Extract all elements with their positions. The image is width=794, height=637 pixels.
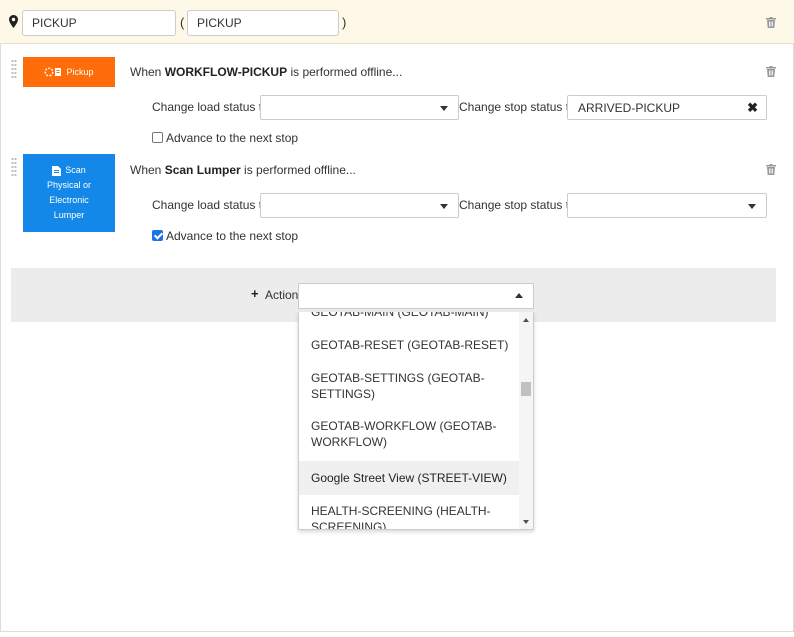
chevron-up-icon	[515, 293, 523, 298]
load-status-label: Change load status to	[152, 198, 269, 212]
chevron-down-icon	[748, 204, 756, 209]
scroll-up-icon[interactable]	[523, 318, 529, 322]
load-status-select[interactable]	[260, 95, 459, 120]
chevron-down-icon	[440, 204, 448, 209]
rule-action-name: Scan Lumper	[164, 163, 241, 177]
badge-label-line: Lumper	[53, 210, 85, 220]
advance-checkbox[interactable]	[152, 230, 163, 241]
dropdown-option[interactable]: GEOTAB-SETTINGS (GEOTAB-SETTINGS)	[299, 364, 519, 406]
load-status-label: Change load status to	[152, 100, 269, 114]
badge-label-line: Electronic	[49, 195, 89, 205]
trash-icon[interactable]	[766, 66, 776, 77]
paren-close: )	[342, 15, 347, 30]
dropdown-option[interactable]: GEOTAB-MAIN (GEOTAB-MAIN)	[299, 312, 519, 320]
advance-label: Advance to the next stop	[166, 131, 299, 145]
stop-status-label: Change stop status to	[459, 100, 576, 114]
spinner-icon	[44, 67, 62, 77]
paren-open: (	[180, 15, 185, 30]
action-select[interactable]	[298, 283, 534, 309]
trash-icon[interactable]	[766, 164, 776, 175]
action-dropdown-list[interactable]: GEOTAB-MAIN (GEOTAB-MAIN) GEOTAB-RESET (…	[298, 312, 534, 530]
document-icon	[52, 165, 62, 176]
stop-status-select[interactable]: ARRIVED-PICKUP ✖	[567, 95, 767, 120]
stop-header: PICKUP ( PICKUP )	[0, 0, 794, 44]
load-status-select[interactable]	[260, 193, 459, 218]
location-input[interactable]: PICKUP	[22, 10, 176, 36]
pickup-action-badge: Pickup	[23, 57, 115, 87]
rule-action-name: WORKFLOW-PICKUP	[164, 65, 288, 79]
scan-lumper-action-badge: Scan Physical or Electronic Lumper	[23, 154, 115, 232]
badge-label-line: Scan	[65, 165, 86, 175]
stop-status-label: Change stop status to	[459, 198, 576, 212]
plus-icon: +	[251, 286, 259, 301]
drag-handle[interactable]	[11, 60, 17, 80]
stop-status-select[interactable]	[567, 193, 767, 218]
dropdown-option[interactable]: HEALTH-SCREENING (HEALTH-SCREENING)	[299, 498, 519, 529]
scroll-down-icon[interactable]	[523, 520, 529, 524]
map-marker-icon	[9, 15, 18, 28]
scrollbar-thumb[interactable]	[521, 382, 531, 396]
dropdown-option[interactable]: GEOTAB-WORKFLOW (GEOTAB-WORKFLOW)	[299, 412, 519, 454]
advance-checkbox[interactable]	[152, 132, 163, 143]
trash-icon[interactable]	[766, 17, 776, 28]
drag-handle[interactable]	[11, 158, 17, 178]
rule-description: When WORKFLOW-PICKUP is performed offlin…	[130, 65, 403, 79]
dropdown-option[interactable]: GEOTAB-RESET (GEOTAB-RESET)	[299, 329, 519, 361]
scrollbar[interactable]	[519, 312, 533, 529]
badge-label-line: Physical or	[46, 180, 91, 190]
rule-description: When Scan Lumper is performed offline...	[130, 163, 356, 177]
chevron-down-icon	[440, 106, 448, 111]
action-label: Action	[265, 288, 299, 302]
advance-label: Advance to the next stop	[166, 229, 299, 243]
location-alt-input[interactable]: PICKUP	[187, 10, 339, 36]
dropdown-option-highlighted[interactable]: Google Street View (STREET-VIEW)	[299, 461, 519, 495]
badge-label: Pickup	[66, 67, 94, 77]
clear-icon[interactable]: ✖	[747, 100, 758, 116]
